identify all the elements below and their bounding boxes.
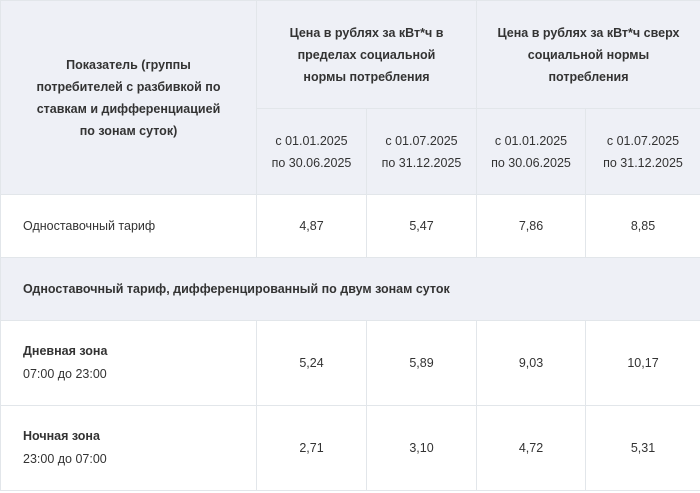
header-period-3: с 01.01.2025 по 30.06.2025 xyxy=(476,108,586,195)
section-row: Одноставочный тариф, дифференцированный … xyxy=(0,257,700,321)
cell-value: 5,31 xyxy=(585,405,700,491)
cell-value: 5,24 xyxy=(256,320,367,406)
cell-value: 5,89 xyxy=(366,320,477,406)
header-indicator: Показатель (группы потребителей с разбив… xyxy=(0,0,257,195)
cell-value: 2,71 xyxy=(256,405,367,491)
header-period-4: с 01.07.2025 по 31.12.2025 xyxy=(585,108,700,195)
cell-value: 4,87 xyxy=(256,194,367,258)
header-above-norm: Цена в рублях за кВт*ч сверх социальной … xyxy=(476,0,700,109)
cell-value: 4,72 xyxy=(476,405,586,491)
table-row: Ночная зона 23:00 до 07:00 2,71 3,10 4,7… xyxy=(0,405,700,491)
row-label-night: Ночная зона 23:00 до 07:00 xyxy=(0,405,257,491)
cell-value: 8,85 xyxy=(585,194,700,258)
header-period-1: с 01.01.2025 по 30.06.2025 xyxy=(256,108,367,195)
header-within-norm: Цена в рублях за кВт*ч в пределах социал… xyxy=(256,0,477,109)
tariff-table: Показатель (группы потребителей с разбив… xyxy=(0,0,700,491)
cell-value: 5,47 xyxy=(366,194,477,258)
cell-value: 10,17 xyxy=(585,320,700,406)
row-label-single: Одноставочный тариф xyxy=(0,194,257,258)
table-row: Одноставочный тариф 4,87 5,47 7,86 8,85 xyxy=(0,194,700,258)
cell-value: 3,10 xyxy=(366,405,477,491)
row-label-day: Дневная зона 07:00 до 23:00 xyxy=(0,320,257,406)
table-row: Дневная зона 07:00 до 23:00 5,24 5,89 9,… xyxy=(0,320,700,406)
header-period-2: с 01.07.2025 по 31.12.2025 xyxy=(366,108,477,195)
section-title: Одноставочный тариф, дифференцированный … xyxy=(0,257,700,321)
cell-value: 9,03 xyxy=(476,320,586,406)
cell-value: 7,86 xyxy=(476,194,586,258)
